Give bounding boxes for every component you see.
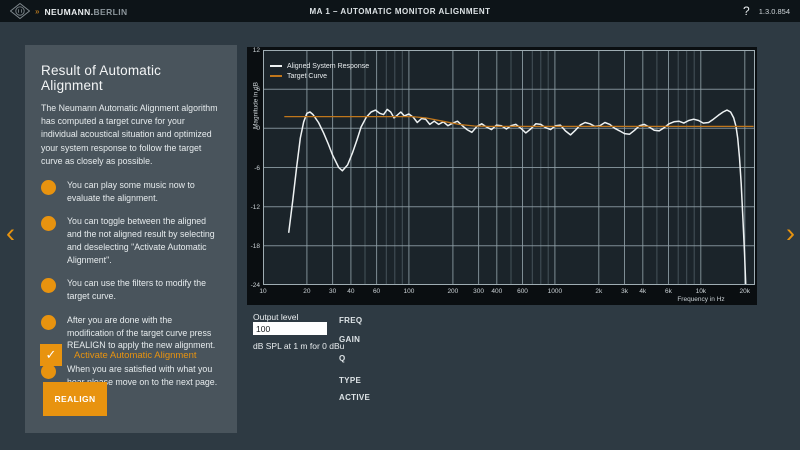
x-tick-label: 20k xyxy=(732,288,758,295)
y-tick-label: -12 xyxy=(247,204,260,211)
legend-label: Aligned System Response xyxy=(287,63,369,70)
activate-alignment-label: Activate Automatic Alignment xyxy=(74,350,197,361)
legend-label: Target Curve xyxy=(287,73,327,80)
x-tick-label: 40 xyxy=(338,288,364,295)
legend-entry: Aligned System Response xyxy=(270,61,369,71)
check-icon: ✓ xyxy=(46,347,57,363)
legend-entry: Target Curve xyxy=(270,71,369,81)
gain-row-label: GAIN xyxy=(339,335,360,344)
x-tick-label: 400 xyxy=(484,288,510,295)
instruction-text: You can toggle between the aligned and t… xyxy=(67,215,221,266)
activate-alignment-checkbox[interactable]: ✓ xyxy=(40,344,62,366)
chart-legend: Aligned System Response Target Curve xyxy=(270,61,369,81)
x-tick-label: 10 xyxy=(250,288,276,295)
realign-button[interactable]: REALIGN xyxy=(43,382,107,416)
x-tick-label: 10k xyxy=(688,288,714,295)
output-level-input[interactable] xyxy=(253,322,327,335)
eq-controls: Output level dB SPL at 1 m for 0 dBu FRE… xyxy=(247,310,800,450)
x-tick-label: 2k xyxy=(586,288,612,295)
x-tick-label: 100 xyxy=(396,288,422,295)
output-level-unit-label: dB SPL at 1 m for 0 dBu xyxy=(253,341,344,351)
x-tick-label: 20 xyxy=(294,288,320,295)
x-tick-label: 600 xyxy=(510,288,536,295)
top-bar: » NEUMANN.BERLIN MA 1 – AUTOMATIC MONITO… xyxy=(0,0,800,22)
x-axis-title: Frequency in Hz xyxy=(661,296,741,303)
version-label: 1.3.0.854 xyxy=(759,7,790,16)
prev-page-chevron-icon[interactable]: ‹ xyxy=(6,219,15,247)
instruction-text: You can use the filters to modify the ta… xyxy=(67,277,221,303)
output-level-label: Output level xyxy=(253,312,298,322)
brand-mark-icon: » xyxy=(35,7,39,16)
instruction-item: You can toggle between the aligned and t… xyxy=(41,215,221,266)
legend-line-swatch-icon xyxy=(270,65,282,67)
bullet-circle-icon xyxy=(41,180,56,195)
bullet-circle-icon xyxy=(41,364,56,379)
y-tick-label: -6 xyxy=(247,165,260,172)
y-tick-label: 6 xyxy=(247,86,260,93)
type-row-label: TYPE xyxy=(339,376,361,385)
neumann-logo-icon xyxy=(10,3,30,19)
y-tick-label: -18 xyxy=(247,243,260,250)
instruction-item: You can play some music now to evaluate … xyxy=(41,179,221,205)
bullet-circle-icon xyxy=(41,278,56,293)
panel-heading: Result of Automatic Alignment xyxy=(41,63,221,93)
help-icon[interactable]: ? xyxy=(743,4,750,18)
x-tick-label: 60 xyxy=(364,288,390,295)
y-tick-label: 12 xyxy=(247,47,260,54)
result-panel: Result of Automatic Alignment The Neuman… xyxy=(25,45,237,433)
x-tick-label: 6k xyxy=(655,288,681,295)
next-page-chevron-icon[interactable]: › xyxy=(786,219,795,247)
bullet-circle-icon xyxy=(41,315,56,330)
instruction-text: You can play some music now to evaluate … xyxy=(67,179,221,205)
brand: » NEUMANN.BERLIN xyxy=(10,2,128,20)
activate-alignment-row: ✓ Activate Automatic Alignment xyxy=(40,344,197,366)
y-axis-title: Magnitude in dB xyxy=(253,51,260,161)
chart-plot-area[interactable] xyxy=(263,50,755,285)
brand-text: NEUMANN.BERLIN xyxy=(44,2,127,20)
legend-line-swatch-icon xyxy=(270,75,282,77)
y-tick-label: 0 xyxy=(247,125,260,132)
instruction-item: You can use the filters to modify the ta… xyxy=(41,277,221,303)
x-tick-label: 1000 xyxy=(542,288,568,295)
panel-intro: The Neumann Automatic Alignment algorith… xyxy=(41,102,221,168)
active-row-label: ACTIVE xyxy=(339,393,370,402)
x-tick-label: 200 xyxy=(440,288,466,295)
response-chart: Magnitude in dB Aligned System Response T… xyxy=(247,47,757,305)
freq-row-label: FREQ xyxy=(339,316,362,325)
bullet-circle-icon xyxy=(41,216,56,231)
q-row-label: Q xyxy=(339,354,346,363)
x-tick-label: 4k xyxy=(630,288,656,295)
